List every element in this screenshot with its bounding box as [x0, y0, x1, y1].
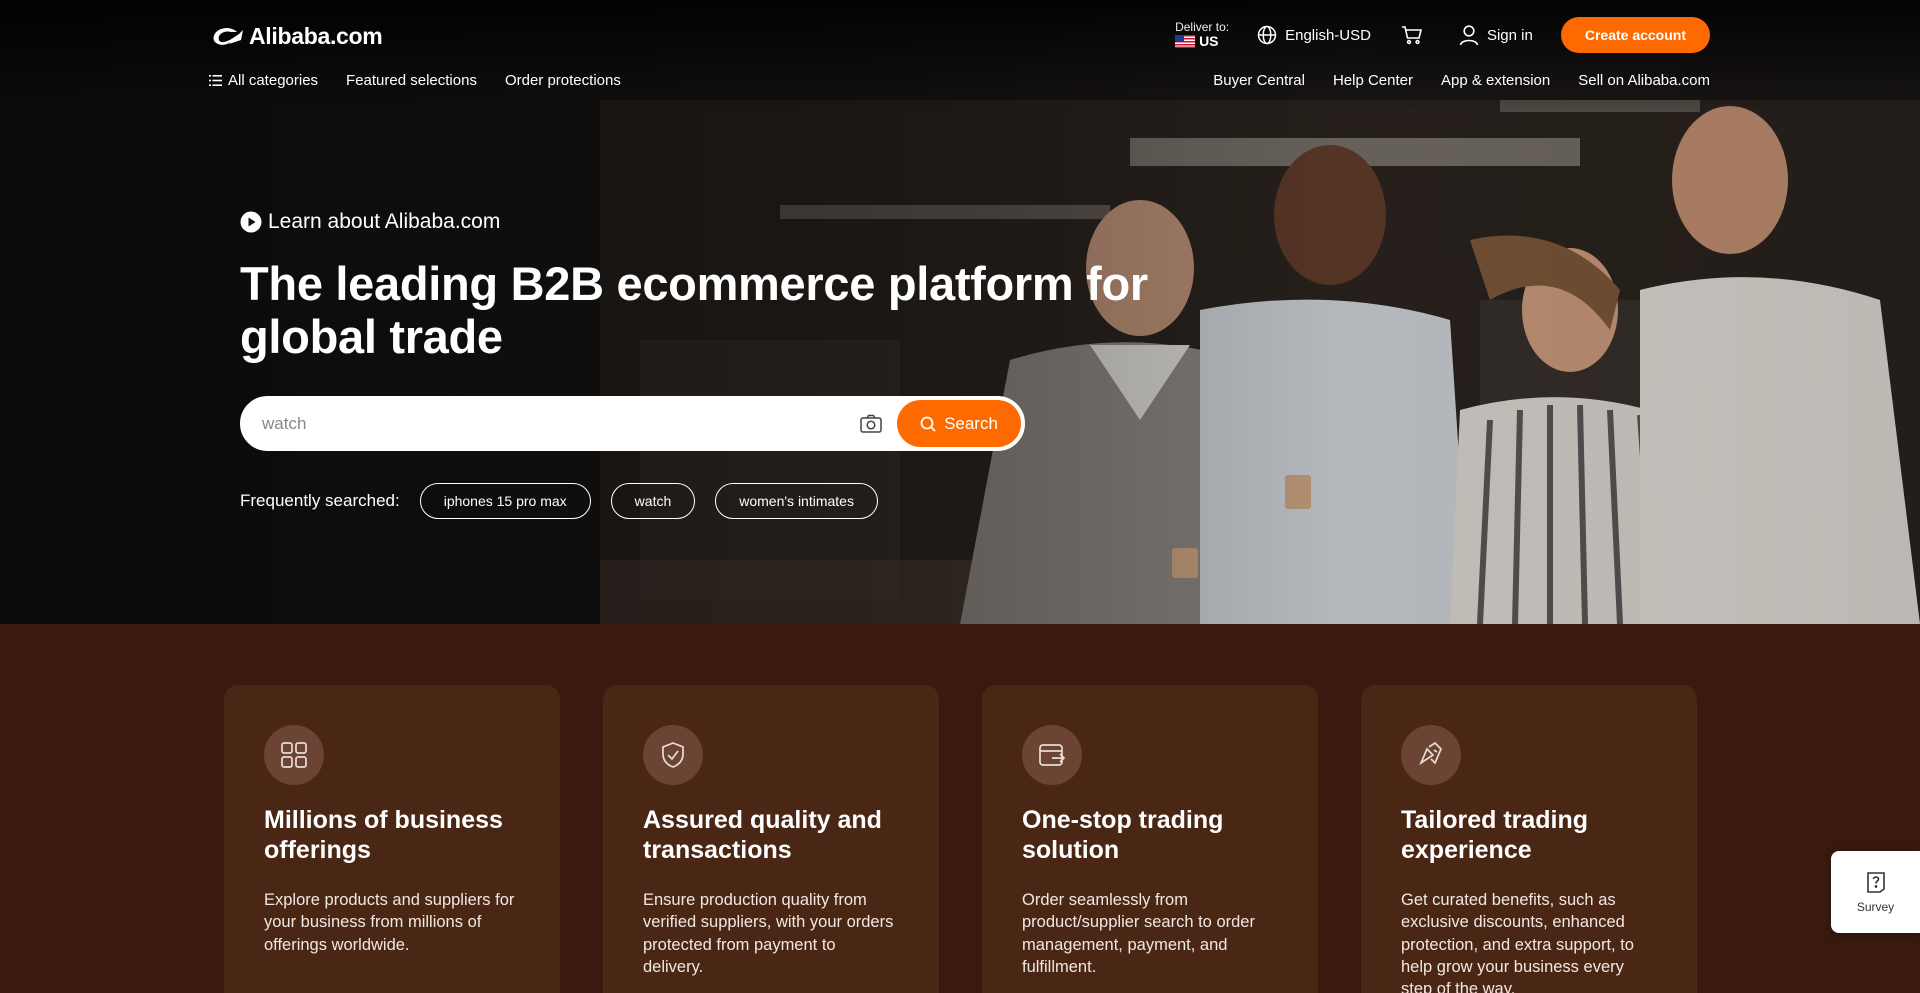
grid-icon	[264, 725, 324, 785]
nav-all-categories[interactable]: All categories	[209, 72, 318, 89]
trading-box-icon	[1022, 725, 1082, 785]
cart-button[interactable]	[1401, 25, 1423, 45]
feature-card: Millions of business offerings Explore p…	[224, 685, 560, 993]
search-bar: Search	[240, 396, 1025, 451]
search-chip[interactable]: watch	[610, 483, 696, 519]
learn-about-label: Learn about Alibaba.com	[268, 210, 501, 233]
survey-label: Survey	[1856, 900, 1895, 914]
sign-in-link[interactable]: Sign in	[1459, 24, 1533, 46]
alibaba-logo-icon	[213, 28, 243, 45]
search-button[interactable]: Search	[897, 400, 1021, 447]
feature-title: Millions of business offerings	[264, 806, 503, 864]
create-account-button[interactable]: Create account	[1560, 17, 1710, 53]
deliver-country-code: US	[1199, 32, 1219, 49]
feature-card: Assured quality and transactions Ensure …	[603, 685, 939, 993]
feature-title: One-stop trading solution	[1022, 806, 1224, 864]
cart-icon	[1401, 26, 1422, 45]
feature-text: Get curated benefits, such as exclusive …	[1401, 891, 1634, 993]
deliver-country: US	[1175, 32, 1229, 49]
image-search-button[interactable]	[849, 402, 893, 446]
nav-sell-on-alibaba[interactable]: Sell on Alibaba.com	[1578, 72, 1710, 89]
survey-button[interactable]: Survey	[1831, 851, 1920, 933]
feature-text: Order seamlessly from product/supplier s…	[1022, 891, 1255, 976]
feature-card: Tailored trading experience Get curated …	[1361, 685, 1697, 993]
search-chip[interactable]: iphones 15 pro max	[419, 483, 591, 519]
nav-left: All categories Featured selections Order…	[209, 72, 621, 89]
language-selector[interactable]: English-USD	[1257, 25, 1371, 45]
feature-text: Explore products and suppliers for your …	[264, 891, 515, 954]
feature-title: Assured quality and transactions	[643, 806, 882, 864]
learn-about-link[interactable]: Learn about Alibaba.com	[240, 210, 500, 234]
survey-icon	[1866, 872, 1885, 893]
nav-help-center[interactable]: Help Center	[1333, 72, 1413, 89]
nav-buyer-central[interactable]: Buyer Central	[1213, 72, 1305, 89]
search-icon	[920, 416, 936, 432]
frequently-searched: Frequently searched: iphones 15 pro max …	[240, 483, 878, 519]
user-icon	[1459, 25, 1479, 46]
nav-right: Buyer Central Help Center App & extensio…	[1213, 72, 1710, 89]
list-icon	[209, 75, 222, 86]
nav-all-categories-label: All categories	[228, 72, 319, 89]
camera-icon	[860, 414, 882, 433]
language-label: English-USD	[1285, 26, 1371, 44]
logo-text: Alibaba.com	[249, 22, 383, 49]
alibaba-logo[interactable]: Alibaba.com	[209, 22, 383, 50]
feature-cards: Millions of business offerings Explore p…	[224, 685, 1697, 993]
hero-headline: The leading B2B ecommerce platform for g…	[240, 257, 1148, 363]
play-icon	[240, 211, 262, 233]
nav-order-protections[interactable]: Order protections	[505, 72, 621, 89]
feature-card: One-stop trading solution Order seamless…	[982, 685, 1318, 993]
search-button-label: Search	[944, 413, 998, 433]
shield-check-icon	[643, 725, 703, 785]
deliver-label: Deliver to:	[1175, 19, 1230, 34]
feature-text: Ensure production quality from verified …	[643, 891, 894, 976]
nav-app-extension[interactable]: App & extension	[1441, 72, 1550, 89]
sign-in-label: Sign in	[1486, 26, 1533, 44]
deliver-to[interactable]: Deliver to: US	[1175, 19, 1230, 50]
feature-title: Tailored trading experience	[1401, 806, 1589, 864]
nav-featured-selections[interactable]: Featured selections	[346, 72, 477, 89]
globe-icon	[1257, 25, 1277, 45]
us-flag-icon	[1175, 35, 1196, 49]
search-chip[interactable]: women's intimates	[715, 483, 878, 519]
search-input[interactable]	[242, 413, 849, 434]
header-actions: Deliver to: US English-USD Sign in Creat…	[1175, 17, 1710, 53]
frequently-searched-label: Frequently searched:	[240, 491, 400, 510]
tailored-icon	[1401, 725, 1461, 785]
